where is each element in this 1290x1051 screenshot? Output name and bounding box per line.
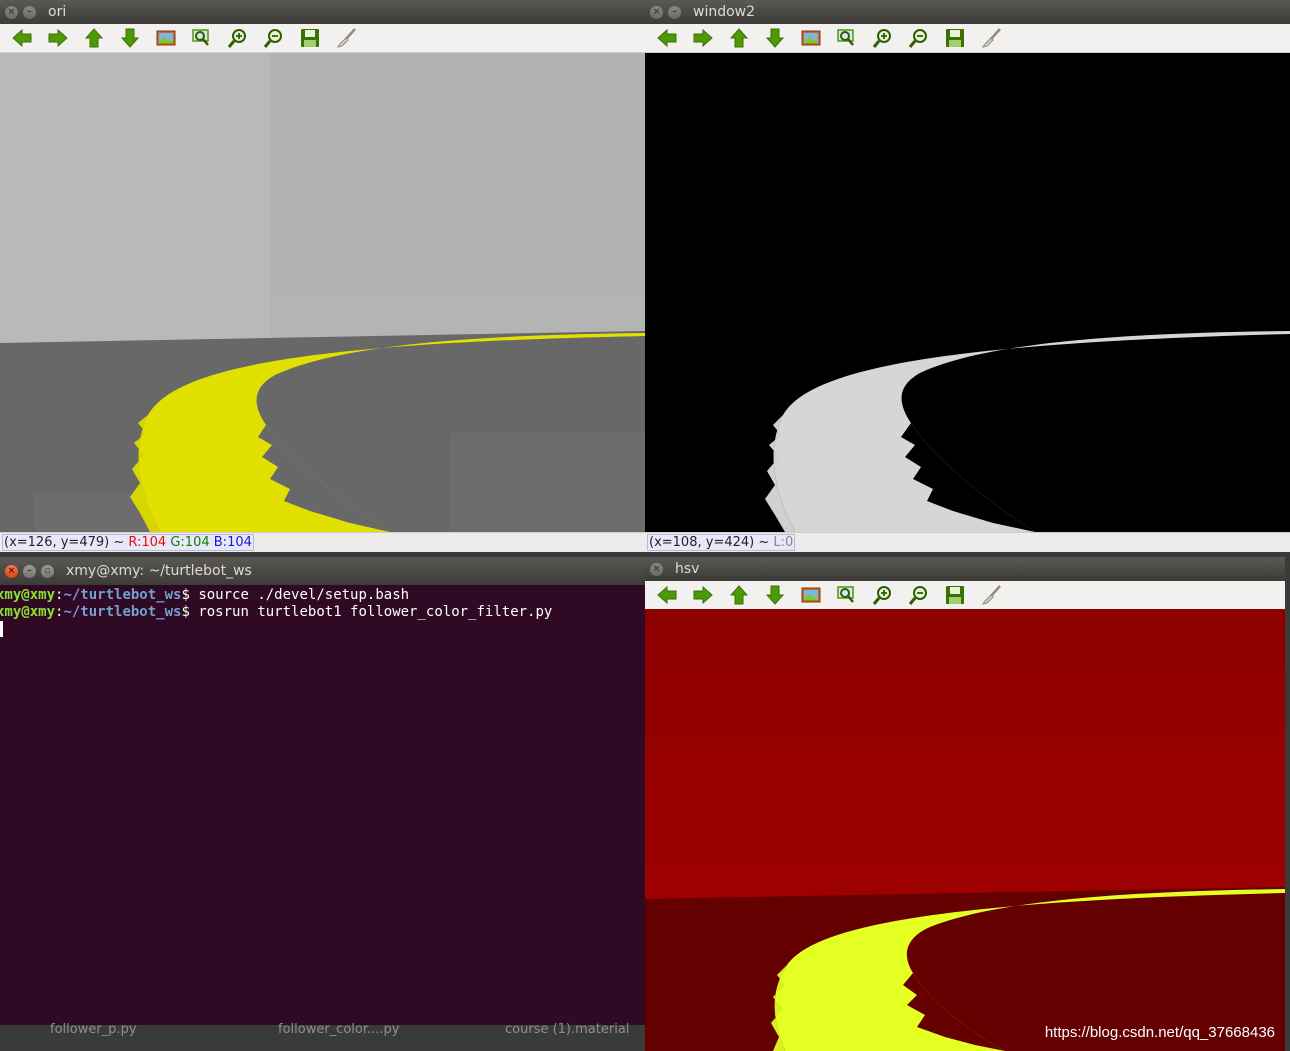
arrow-left-icon[interactable]: [10, 27, 34, 49]
arrow-left-icon[interactable]: [655, 27, 679, 49]
hsv-image: [645, 609, 1285, 1051]
prompt-user: xmy@xmy: [0, 604, 56, 620]
terminal-title: xmy@xmy: ~/turtlebot_ws: [66, 563, 252, 579]
zoom-fit-icon[interactable]: [190, 27, 214, 49]
mask-image-canvas: [645, 53, 1290, 532]
gedit-tab[interactable]: follower_p.py: [50, 1022, 137, 1037]
ori-window: × – ori (x=126, y=479) ~ R:104 G:104 B:1…: [0, 0, 645, 552]
zoom-in-icon[interactable]: [871, 584, 895, 606]
hsv-window: × hsv https://blog.csdn.net/qq_37668436: [645, 557, 1285, 1051]
arrow-down-icon[interactable]: [763, 27, 787, 49]
ori-statusbar: (x=126, y=479) ~ R:104 G:104 B:104: [0, 532, 645, 552]
terminal-line: xmy@xmy:~/turtlebot_ws$ rosrun turtlebot…: [0, 604, 645, 621]
zoom-out-icon[interactable]: [262, 27, 286, 49]
watermark: https://blog.csdn.net/qq_37668436: [1044, 1024, 1275, 1041]
image-icon[interactable]: [154, 27, 178, 49]
hsv-image-canvas: [645, 609, 1285, 1051]
close-button[interactable]: ×: [650, 562, 663, 576]
prompt-path: ~/turtlebot_ws: [63, 587, 182, 603]
prompt-user: xmy@xmy: [0, 587, 56, 603]
arrow-up-icon[interactable]: [82, 27, 106, 49]
ori-image: [0, 53, 645, 532]
minimize-button[interactable]: –: [23, 5, 36, 19]
pixel-readout: (x=126, y=479) ~ R:104 G:104 B:104: [2, 534, 254, 551]
prompt-symbol: $: [181, 604, 199, 620]
image-icon[interactable]: [799, 584, 823, 606]
terminal-cursor-line: [0, 621, 645, 638]
coords-text: (x=108, y=424) ~: [649, 535, 774, 550]
terminal-body[interactable]: xmy@xmy:~/turtlebot_ws$ source ./devel/s…: [0, 585, 645, 1025]
terminal-window: × – ▫ xmy@xmy: ~/turtlebot_ws xmy@xmy:~/…: [0, 557, 645, 1025]
minimize-button[interactable]: –: [23, 564, 36, 578]
b-value: B:104: [213, 535, 252, 550]
arrow-down-icon[interactable]: [763, 584, 787, 606]
minimize-button[interactable]: –: [668, 5, 681, 19]
arrow-up-icon[interactable]: [727, 584, 751, 606]
close-button[interactable]: ×: [5, 5, 18, 19]
save-icon[interactable]: [298, 27, 322, 49]
arrow-up-icon[interactable]: [727, 27, 751, 49]
close-button[interactable]: ×: [5, 564, 18, 578]
command-text: source ./devel/setup.bash: [198, 587, 410, 603]
save-icon[interactable]: [943, 584, 967, 606]
window2-titlebar: × – window2: [645, 0, 1290, 24]
brush-icon[interactable]: [979, 584, 1003, 606]
zoom-fit-icon[interactable]: [835, 584, 859, 606]
arrow-right-icon[interactable]: [46, 27, 70, 49]
ori-image-canvas: [0, 53, 645, 532]
arrow-down-icon[interactable]: [118, 27, 142, 49]
window2-toolbar: [645, 24, 1290, 53]
ori-titlebar: × – ori: [0, 0, 645, 24]
zoom-in-icon[interactable]: [871, 27, 895, 49]
zoom-fit-icon[interactable]: [835, 27, 859, 49]
maximize-button[interactable]: ▫: [41, 564, 54, 578]
window-title: hsv: [675, 561, 700, 577]
g-value: G:104: [170, 535, 210, 550]
ori-toolbar: [0, 24, 645, 53]
brush-icon[interactable]: [334, 27, 358, 49]
window-title: ori: [48, 4, 67, 20]
terminal-line: xmy@xmy:~/turtlebot_ws$ source ./devel/s…: [0, 587, 645, 604]
gedit-tab[interactable]: follower_color....py: [278, 1022, 399, 1037]
zoom-out-icon[interactable]: [907, 584, 931, 606]
window-title: window2: [693, 4, 756, 20]
window2-statusbar: (x=108, y=424) ~ L:0: [645, 532, 1290, 552]
command-text: rosrun turtlebot1 follower_color_filter.…: [198, 604, 553, 620]
image-icon[interactable]: [799, 27, 823, 49]
text-cursor: [0, 621, 3, 637]
coords-text: (x=126, y=479) ~: [4, 535, 129, 550]
zoom-in-icon[interactable]: [226, 27, 250, 49]
hsv-titlebar: × hsv: [645, 557, 1285, 581]
pixel-readout: (x=108, y=424) ~ L:0: [647, 534, 796, 551]
hsv-toolbar: [645, 581, 1285, 610]
prompt-symbol: $: [181, 587, 199, 603]
l-value: L:0: [773, 535, 794, 550]
save-icon[interactable]: [943, 27, 967, 49]
brush-icon[interactable]: [979, 27, 1003, 49]
gedit-tab-strip: follower_p.py follower_color....py cours…: [0, 1022, 645, 1051]
window2-window: × – window2 (x=108, y=424) ~ L:0: [645, 0, 1290, 552]
close-button[interactable]: ×: [650, 5, 663, 19]
prompt-path: ~/turtlebot_ws: [63, 604, 182, 620]
gedit-tab[interactable]: course (1).material: [505, 1022, 629, 1037]
r-value: R:104: [128, 535, 167, 550]
arrow-right-icon[interactable]: [691, 584, 715, 606]
zoom-out-icon[interactable]: [907, 27, 931, 49]
arrow-right-icon[interactable]: [691, 27, 715, 49]
terminal-titlebar: × – ▫ xmy@xmy: ~/turtlebot_ws: [0, 557, 645, 585]
window2-image: [645, 53, 1290, 532]
arrow-left-icon[interactable]: [655, 584, 679, 606]
